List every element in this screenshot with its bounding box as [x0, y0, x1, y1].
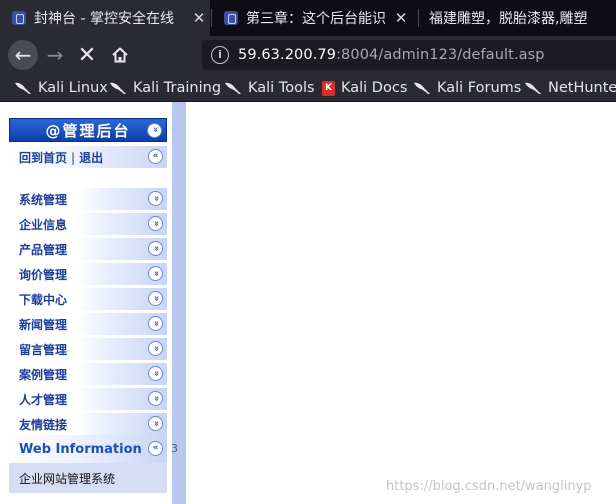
- kali-dragon-icon: [225, 82, 241, 94]
- web-information-header[interactable]: Web Information «: [9, 435, 167, 463]
- chevron-down-icon[interactable]: »: [148, 241, 163, 256]
- bookmark-label: Kali Training: [133, 80, 222, 96]
- kali-docs-icon: K: [322, 80, 335, 96]
- stop-button[interactable]: ✕: [72, 40, 102, 70]
- menu-item-products[interactable]: 产品管理 »: [9, 238, 167, 260]
- bookmark-label: Kali Tools: [248, 80, 315, 96]
- menu-item-label: 产品管理: [19, 242, 68, 257]
- chevron-up-icon[interactable]: «: [148, 149, 163, 164]
- address-bar[interactable]: i 59.63.200.79:8004/admin123/default.asp: [202, 40, 616, 70]
- stray-text: 3: [171, 442, 178, 455]
- menu-item-company-info[interactable]: 企业信息 »: [9, 213, 167, 235]
- bookmark-label: NetHunter: [548, 80, 616, 96]
- tab-title: 第三章：这个后台能识: [246, 11, 386, 27]
- tab-strip: 封神台 - 掌控安全在线 ✕ 第三章：这个后台能识 ✕ 福建雕塑，脱胎漆器,雕塑: [0, 0, 616, 36]
- tab-chapter-three[interactable]: 第三章：这个后台能识 ✕: [212, 0, 412, 36]
- chevron-down-icon[interactable]: »: [148, 266, 163, 281]
- menu-item-label: 案例管理: [19, 367, 68, 382]
- menu-item-talent[interactable]: 人才管理 »: [9, 388, 167, 410]
- system-name: 企业网站管理系统: [19, 471, 116, 486]
- menu-item-system[interactable]: 系统管理 »: [9, 188, 167, 210]
- menu-item-label: 询价管理: [19, 267, 68, 282]
- chevron-down-icon[interactable]: »: [148, 391, 163, 406]
- bookmark-label: Kali Docs: [341, 80, 408, 96]
- menu-item-news[interactable]: 新闻管理 »: [9, 313, 167, 335]
- menu-item-label: 友情链接: [19, 417, 68, 432]
- tab-title: 福建雕塑，脱胎漆器,雕塑: [429, 11, 588, 27]
- menu-item-label: 留言管理: [19, 342, 68, 357]
- menu-item-label: 企业信息: [19, 217, 68, 232]
- watermark-text: https://blog.csdn.net/wanglinyp: [386, 479, 592, 494]
- navigation-toolbar: ← → ✕ i 59.63.200.79:8004/admin123/defau…: [0, 36, 616, 74]
- bookmark-kali-linux[interactable]: Kali Linux: [14, 74, 108, 102]
- tab-close-icon[interactable]: ✕: [188, 9, 210, 27]
- tab-title: 封神台 - 掌控安全在线: [34, 11, 174, 27]
- chevron-down-icon[interactable]: »: [148, 316, 163, 331]
- menu-item-label: 系统管理: [19, 192, 68, 207]
- chevron-down-icon[interactable]: »: [148, 191, 163, 206]
- chevron-down-icon[interactable]: »: [148, 216, 163, 231]
- site-favicon-icon: [224, 11, 238, 25]
- tab-fujian-sculpture[interactable]: 福建雕塑，脱胎漆器,雕塑: [419, 0, 616, 36]
- menu-item-cases[interactable]: 案例管理 »: [9, 363, 167, 385]
- quick-links-row: 回到首页 | 退出 «: [9, 146, 167, 168]
- url-host: 59.63.200.79: [238, 47, 337, 63]
- home-button[interactable]: [105, 40, 135, 70]
- kali-dragon-icon: [15, 82, 31, 94]
- bookmark-nethunter[interactable]: NetHunter: [524, 74, 616, 102]
- kali-dragon-icon: [110, 82, 126, 94]
- home-link[interactable]: 回到首页: [19, 151, 67, 165]
- admin-left-frame: @管理后台 » 回到首页 | 退出 « 系统管理 » 企业信息 » 产品管理 » 询价管理…: [0, 102, 186, 504]
- menu-item-label: 新闻管理: [19, 317, 68, 332]
- menu-item-label: 人才管理: [19, 392, 68, 407]
- bookmark-kali-docs[interactable]: K Kali Docs: [322, 74, 407, 102]
- bookmark-label: Kali Forums: [437, 80, 522, 96]
- chevron-down-icon[interactable]: »: [148, 416, 163, 431]
- chevron-down-icon[interactable]: »: [148, 291, 163, 306]
- menu-item-downloads[interactable]: 下载中心 »: [9, 288, 167, 310]
- admin-menu-title: @管理后台: [45, 121, 131, 140]
- bookmark-kali-tools[interactable]: Kali Tools: [224, 74, 315, 102]
- forward-button[interactable]: →: [40, 40, 70, 70]
- kali-dragon-icon: [414, 82, 430, 94]
- bookmark-kali-training[interactable]: Kali Training: [109, 74, 221, 102]
- menu-item-friend-links[interactable]: 友情链接 »: [9, 413, 167, 435]
- home-icon: [112, 47, 128, 63]
- page-content: @管理后台 » 回到首页 | 退出 « 系统管理 » 企业信息 » 产品管理 » 询价管理…: [0, 102, 616, 504]
- chevron-up-icon[interactable]: «: [148, 441, 163, 456]
- system-name-box: 企业网站管理系统: [9, 463, 167, 493]
- menu-item-inquiries[interactable]: 询价管理 »: [9, 263, 167, 285]
- quick-links: 回到首页 | 退出: [9, 149, 103, 166]
- site-info-icon[interactable]: i: [211, 46, 229, 64]
- bookmarks-toolbar: Kali Linux Kali Training Kali Tools K Ka…: [0, 74, 616, 102]
- menu-item-messages[interactable]: 留言管理 »: [9, 338, 167, 360]
- browser-window: 封神台 - 掌控安全在线 ✕ 第三章：这个后台能识 ✕ 福建雕塑，脱胎漆器,雕塑…: [0, 0, 616, 504]
- web-information-label: Web Information: [19, 441, 142, 457]
- chevron-down-icon[interactable]: »: [147, 123, 162, 138]
- kali-dragon-icon: [525, 82, 541, 94]
- chevron-down-icon[interactable]: »: [148, 366, 163, 381]
- tab-close-icon[interactable]: ✕: [390, 9, 412, 27]
- url-path: :8004/admin123/default.asp: [336, 47, 545, 63]
- logout-link[interactable]: 退出: [79, 151, 103, 165]
- link-separator: |: [71, 150, 76, 165]
- back-button[interactable]: ←: [8, 40, 38, 70]
- bookmark-label: Kali Linux: [38, 80, 108, 96]
- chevron-down-icon[interactable]: »: [148, 341, 163, 356]
- site-favicon-icon: [12, 11, 26, 25]
- tab-fengshentai[interactable]: 封神台 - 掌控安全在线 ✕: [0, 0, 210, 36]
- admin-menu-header[interactable]: @管理后台 »: [9, 118, 167, 142]
- url-text[interactable]: 59.63.200.79:8004/admin123/default.asp: [238, 47, 545, 63]
- menu-item-label: 下载中心: [19, 292, 68, 307]
- bookmark-kali-forums[interactable]: Kali Forums: [413, 74, 521, 102]
